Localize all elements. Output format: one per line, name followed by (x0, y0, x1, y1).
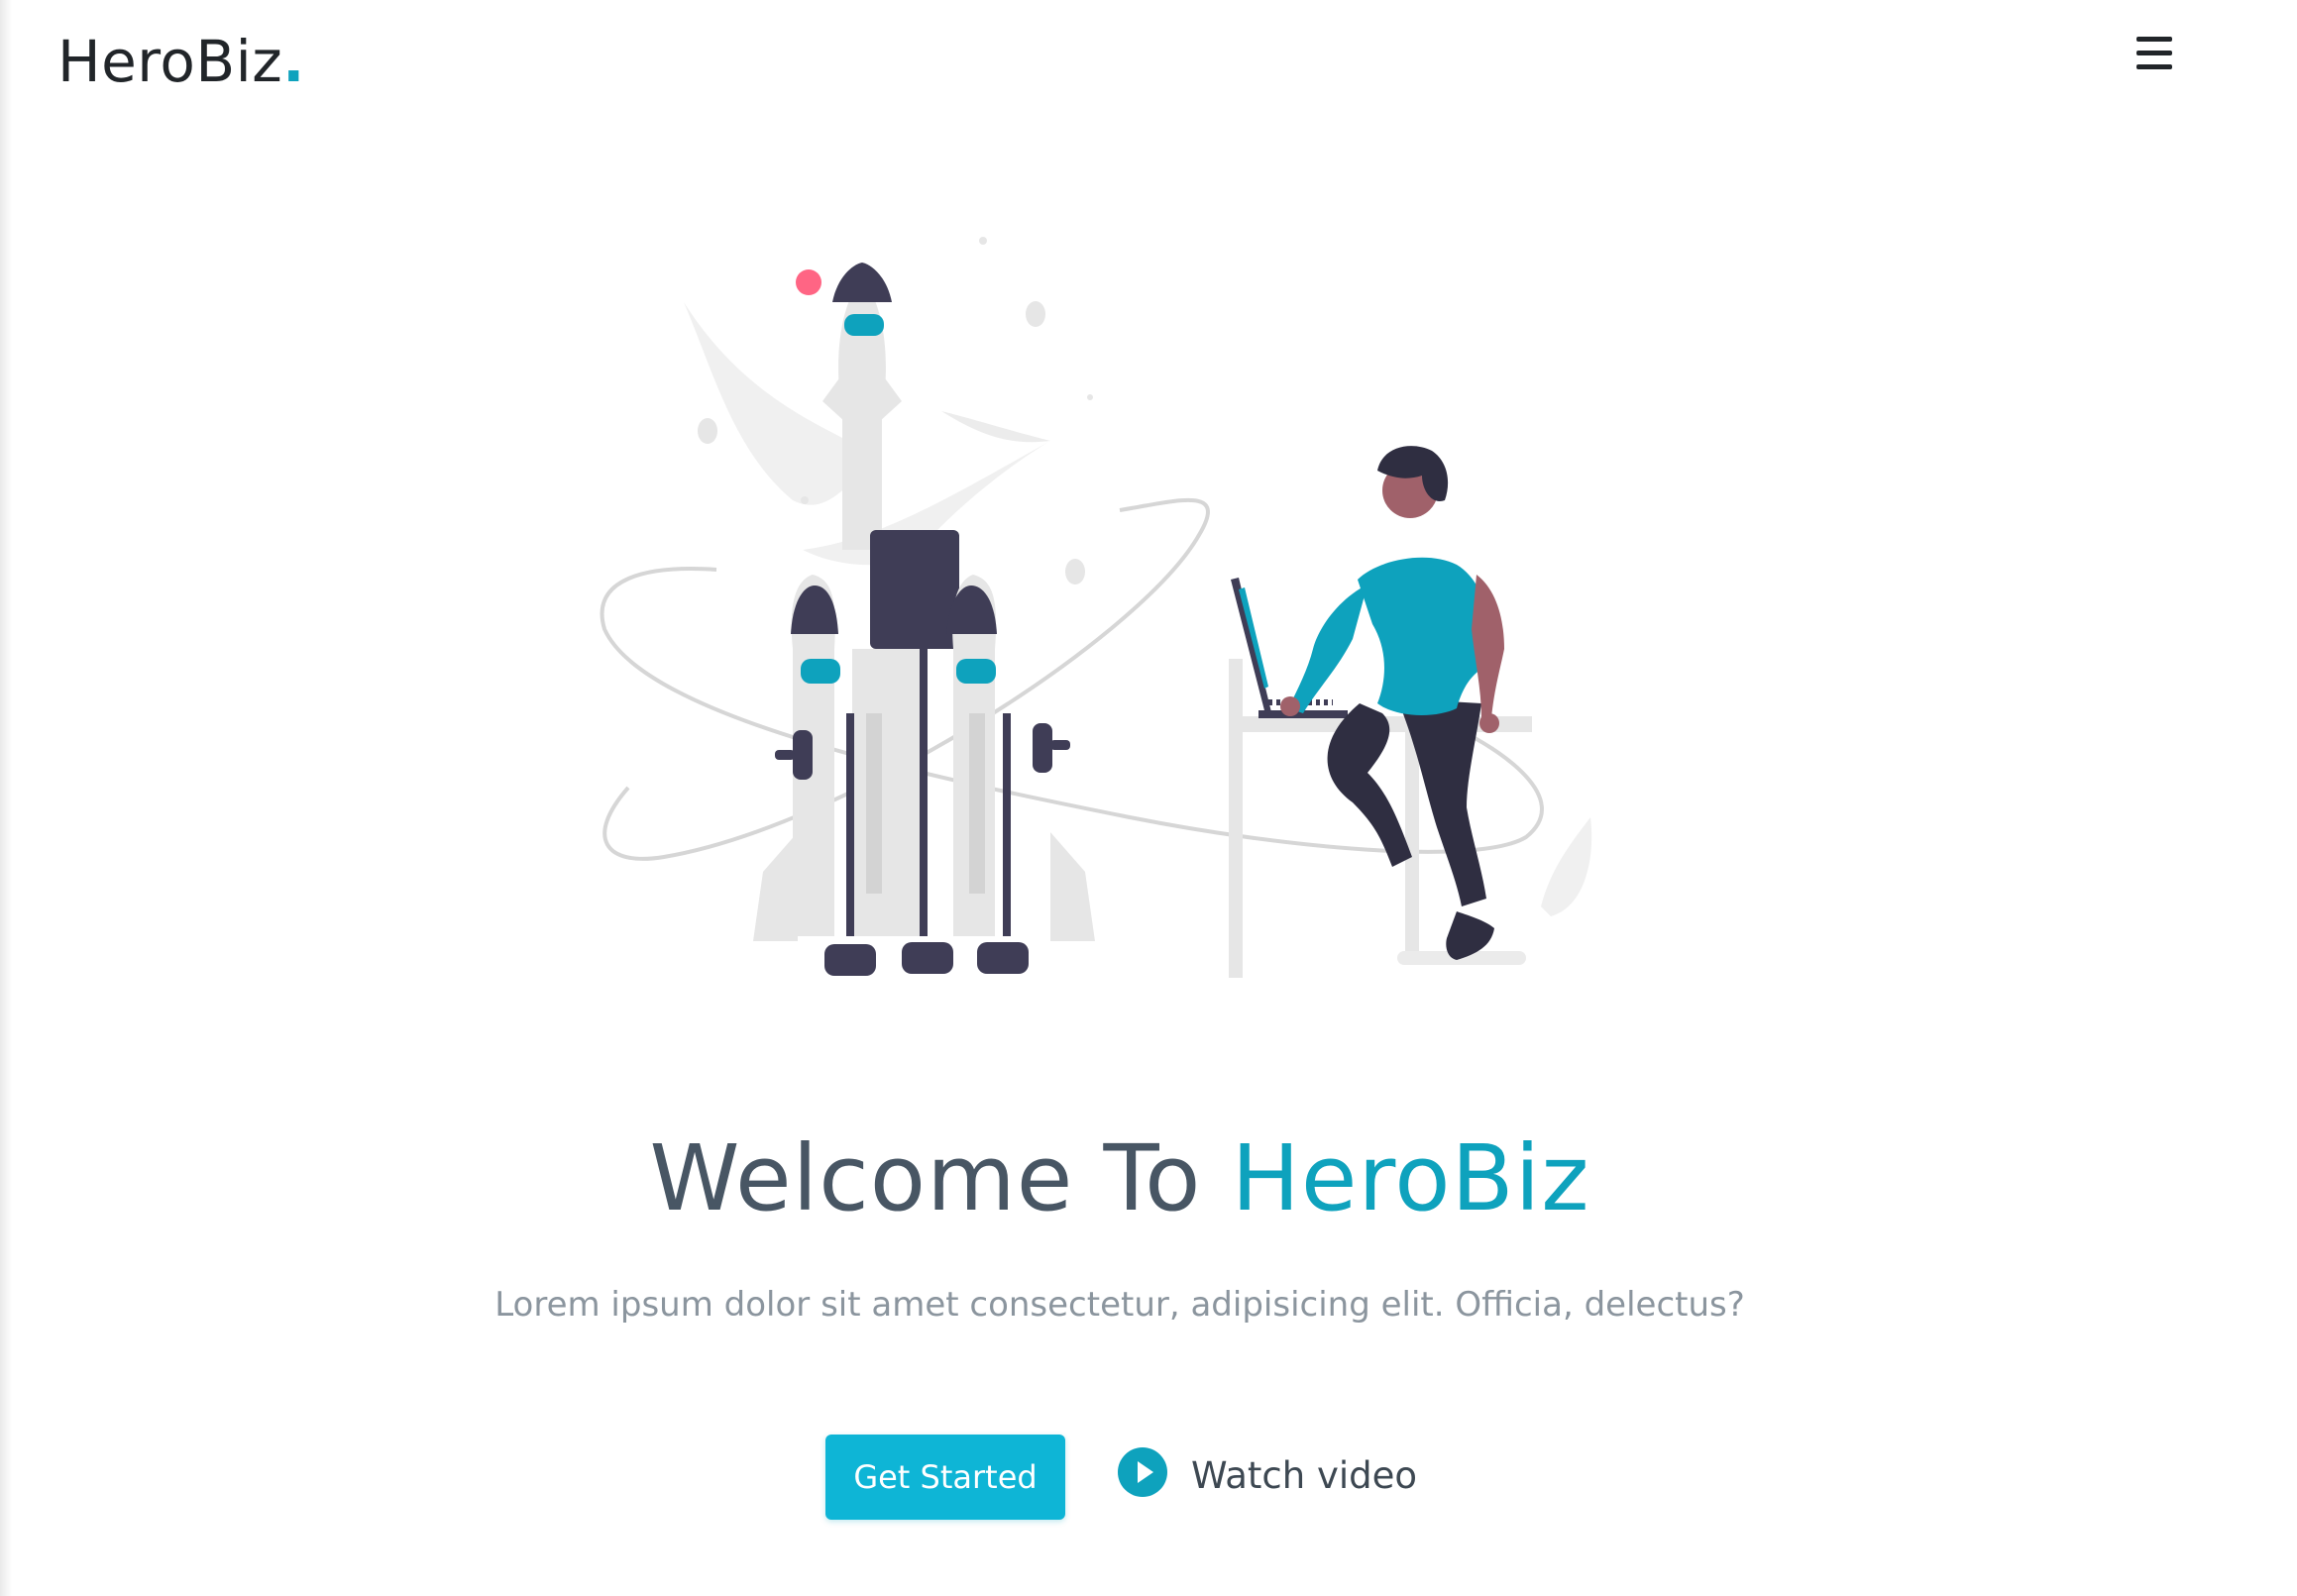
particle (1065, 559, 1085, 585)
menu-bar-middle (2136, 51, 2172, 55)
particle (1087, 394, 1093, 400)
person-hand (1479, 713, 1499, 733)
side-pod-left (793, 730, 813, 780)
left-booster-window (801, 659, 840, 684)
hero-illustration (600, 237, 1592, 978)
watch-video-label: Watch video (1191, 1454, 1418, 1497)
right-booster-window (956, 659, 996, 684)
rocket-foot (977, 942, 1029, 974)
top-rocket-window (844, 314, 884, 336)
hero-subtitle: Lorem ipsum dolor sit amet consectetur, … (494, 1285, 1745, 1325)
support-strut (1003, 713, 1011, 936)
desk-leg (1229, 659, 1243, 978)
laptop-display (1239, 587, 1268, 689)
support-strut (920, 649, 928, 936)
menu-bar-bottom (2136, 64, 2172, 69)
desk-leg-right (1405, 728, 1419, 951)
side-pod-left-arm (775, 750, 795, 760)
hamburger-menu-icon[interactable] (2133, 32, 2176, 75)
play-circle-icon (1118, 1447, 1167, 1497)
person-arm-left (1288, 585, 1367, 713)
fin-left-bottom (753, 832, 798, 941)
smoke-shape-top (941, 411, 1050, 443)
side-pod-right (1033, 723, 1052, 773)
top-rocket-fin-left (822, 372, 844, 421)
particle (698, 418, 717, 444)
top-rocket-fin-right (880, 372, 902, 421)
rocket-core (870, 530, 959, 649)
light-strut (969, 713, 985, 894)
center-booster-body (852, 649, 927, 936)
page: HeroBiz. Welcome To HeroBiz Lorem ipsum … (0, 0, 2297, 1596)
brand-name: HeroBiz (57, 28, 283, 95)
left-edge-shadow (0, 0, 12, 1596)
brand-dot: . (282, 28, 305, 95)
rocket-foot (824, 944, 876, 976)
particle (979, 237, 987, 245)
fin-right-bottom (1050, 832, 1095, 941)
light-strut (866, 713, 882, 894)
brand-logo[interactable]: HeroBiz. (57, 22, 305, 101)
hero-title: Welcome To HeroBiz (0, 1110, 2240, 1248)
person-arm-right (1472, 575, 1504, 718)
support-strut (846, 713, 854, 936)
particle (801, 496, 809, 504)
hero-title-prefix: Welcome To (649, 1125, 1202, 1231)
rocket-foot (902, 942, 953, 974)
hero-title-accent: HeroBiz (1231, 1125, 1590, 1231)
particle (1026, 301, 1045, 327)
person-hand (1280, 696, 1300, 716)
pink-dot (796, 269, 821, 295)
get-started-button[interactable]: Get Started (825, 1435, 1065, 1520)
side-pod-right-arm (1050, 740, 1070, 750)
top-rocket-nose (832, 263, 892, 302)
menu-bar-top (2136, 37, 2172, 42)
plant (1541, 817, 1592, 916)
